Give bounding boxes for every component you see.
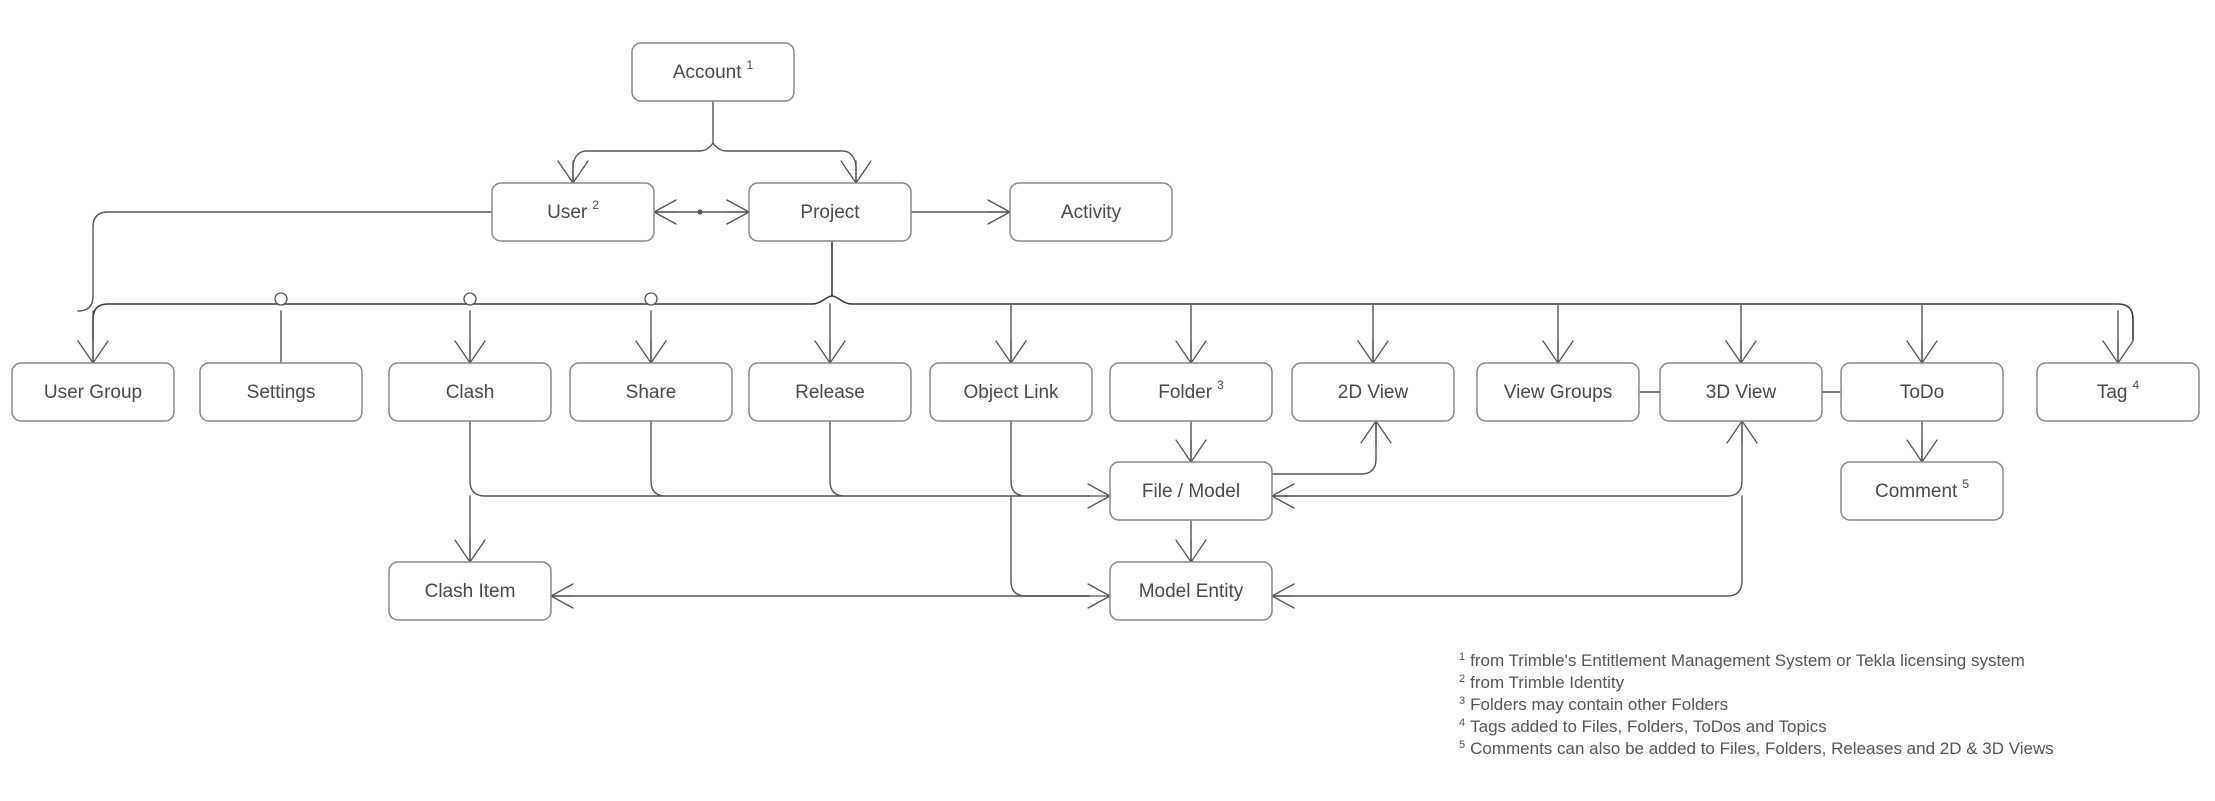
crowfoot-clashitem-right	[550, 583, 574, 609]
crowfoot-clashitem-top	[454, 539, 486, 563]
entity-usergroup[interactable]: User Group	[11, 362, 175, 422]
entity-comment[interactable]: Comment 5	[1840, 461, 2004, 521]
entity-clash[interactable]: Clash	[388, 362, 552, 422]
entity-view2d[interactable]: 2D View	[1291, 362, 1455, 422]
optional-marker-share	[644, 292, 658, 306]
crowfoot-tag	[2102, 340, 2134, 364]
entity-share[interactable]: Share	[569, 362, 733, 422]
crowfoot-todo	[1906, 340, 1938, 364]
edge-account-split	[572, 100, 857, 184]
entity-settings[interactable]: Settings	[199, 362, 363, 422]
entity-label-project: Project	[800, 202, 860, 223]
edge-filemodel-view2d	[1271, 420, 1377, 475]
entity-folder[interactable]: Folder 3	[1109, 362, 1273, 422]
entity-label-filemodel: File / Model	[1142, 481, 1240, 502]
entity-modelentity[interactable]: Model Entity	[1109, 561, 1273, 621]
crowfoot-view2d-bottom	[1360, 420, 1392, 444]
entity-clashitem[interactable]: Clash Item	[388, 561, 552, 621]
crowfoot-folder	[1175, 340, 1207, 364]
entity-label-clash: Clash	[446, 382, 495, 403]
entity-label-viewgroups: View Groups	[1504, 382, 1612, 403]
entity-filemodel[interactable]: File / Model	[1109, 461, 1273, 521]
crowfoot-release	[814, 340, 846, 364]
entity-label-usergroup: User Group	[44, 382, 142, 403]
edge-midpoint-dot	[697, 209, 703, 215]
entity-label-todo: ToDo	[1900, 382, 1944, 403]
footnote-3: 3 Folders may contain other Folders	[1459, 695, 1728, 714]
footnote-1: 1 from Trimble's Entitlement Management S…	[1459, 651, 2025, 670]
edge-modelentity-view3d	[1271, 495, 1743, 597]
crowfoot-user-project-right	[653, 199, 677, 225]
entity-view3d[interactable]: 3D View	[1659, 362, 1823, 422]
crowfoot-account-project	[840, 160, 872, 184]
er-diagram-root: Account 1 User 2 Project Activity User G…	[0, 0, 2215, 801]
footnote-2: 2 from Trimble Identity	[1459, 673, 1625, 692]
footnote-4: 4 Tags added to Files, Folders, ToDos and…	[1459, 717, 1827, 736]
footnotes-block: 1 from Trimble's Entitlement Management S…	[1459, 651, 2054, 758]
optional-marker-settings	[274, 292, 288, 306]
entity-label-account: Account 1	[673, 58, 754, 83]
crowfoot-share	[635, 340, 667, 364]
crowfoot-clash	[454, 340, 486, 364]
entity-label-release: Release	[795, 382, 865, 403]
entity-label-share: Share	[626, 382, 677, 403]
crowfoot-view3d-bottom	[1726, 420, 1758, 444]
entity-release[interactable]: Release	[748, 362, 912, 422]
entity-account[interactable]: Account 1	[631, 42, 795, 102]
edge-lowerbus-filemodel	[469, 420, 1090, 497]
entity-viewgroups[interactable]: View Groups	[1476, 362, 1640, 422]
entity-label-activity: Activity	[1061, 202, 1122, 223]
edge-main-bus	[92, 295, 2134, 341]
crowfoot-filemodel-top	[1175, 439, 1207, 463]
entity-layer: Account 1 User 2 Project Activity User G…	[11, 42, 2200, 621]
crowfoot-modelentity-top	[1175, 539, 1207, 563]
crowfoot-project-user-left	[726, 199, 750, 225]
entity-activity[interactable]: Activity	[1009, 182, 1173, 242]
entity-label-view2d: 2D View	[1338, 382, 1409, 403]
entity-todo[interactable]: ToDo	[1840, 362, 2004, 422]
edge-objectlink-modelentity	[1010, 495, 1090, 597]
crowfoot-view3d	[1725, 340, 1757, 364]
entity-project[interactable]: Project	[748, 182, 912, 242]
crowfoot-account-user	[557, 160, 589, 184]
entity-label-objectlink: Object Link	[963, 382, 1059, 403]
entity-label-clashitem: Clash Item	[425, 581, 516, 602]
entity-label-modelentity: Model Entity	[1139, 581, 1244, 602]
crowfoot-view2d	[1357, 340, 1389, 364]
entity-label-view3d: 3D View	[1706, 382, 1777, 403]
crowfoot-modelentity-left	[1087, 583, 1111, 609]
edge-filemodel-view3d	[1271, 420, 1743, 497]
entity-tag[interactable]: Tag 4	[2036, 362, 2200, 422]
crowfoot-objectlink	[995, 340, 1027, 364]
footnote-5: 5 Comments can also be added to Files, Fo…	[1459, 739, 2054, 758]
connector-layer	[77, 100, 2134, 609]
crowfoot-comment-top	[1906, 439, 1938, 463]
optional-marker-clash	[463, 292, 477, 306]
crowfoot-viewgroups	[1542, 340, 1574, 364]
crowfoot-usergroup	[77, 340, 109, 364]
entity-label-comment: Comment 5	[1875, 477, 1969, 502]
er-diagram-canvas: Account 1 User 2 Project Activity User G…	[11, 42, 2200, 758]
entity-label-settings: Settings	[247, 382, 316, 403]
crowfoot-filemodel-left	[1087, 483, 1111, 509]
crowfoot-project-activity	[987, 199, 1011, 225]
entity-objectlink[interactable]: Object Link	[929, 362, 1093, 422]
entity-user[interactable]: User 2	[491, 182, 655, 242]
